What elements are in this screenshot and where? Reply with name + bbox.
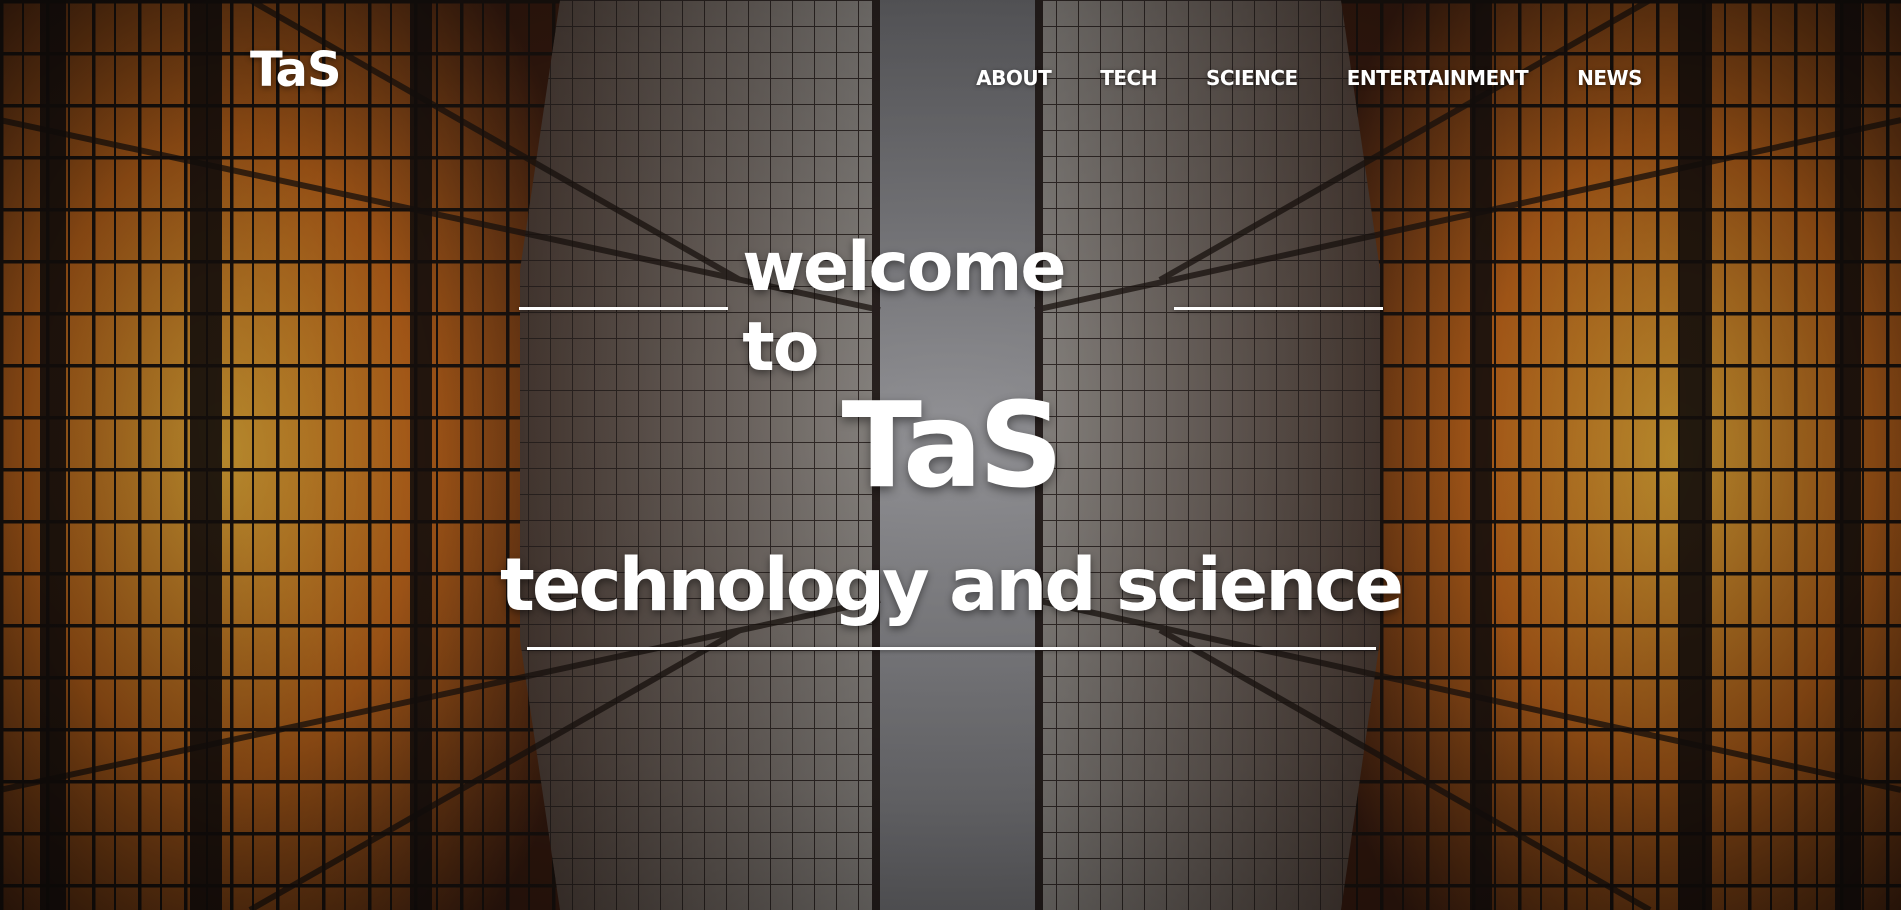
welcome-row: welcome to <box>519 228 1383 387</box>
hero-subtitle: technology and science <box>499 543 1404 628</box>
welcome-divider-right <box>1173 306 1383 310</box>
welcome-text: welcome to <box>742 228 1066 387</box>
hero-title: TaS <box>841 376 1064 514</box>
hero-headline: welcome to TaS technology and science <box>0 0 1901 910</box>
welcome-divider-left <box>519 306 729 310</box>
subtitle-underline <box>527 647 1376 650</box>
hero-section: TaS ABOUT TECH SCIENCE ENTERTAINMENT NEW… <box>0 0 1901 910</box>
